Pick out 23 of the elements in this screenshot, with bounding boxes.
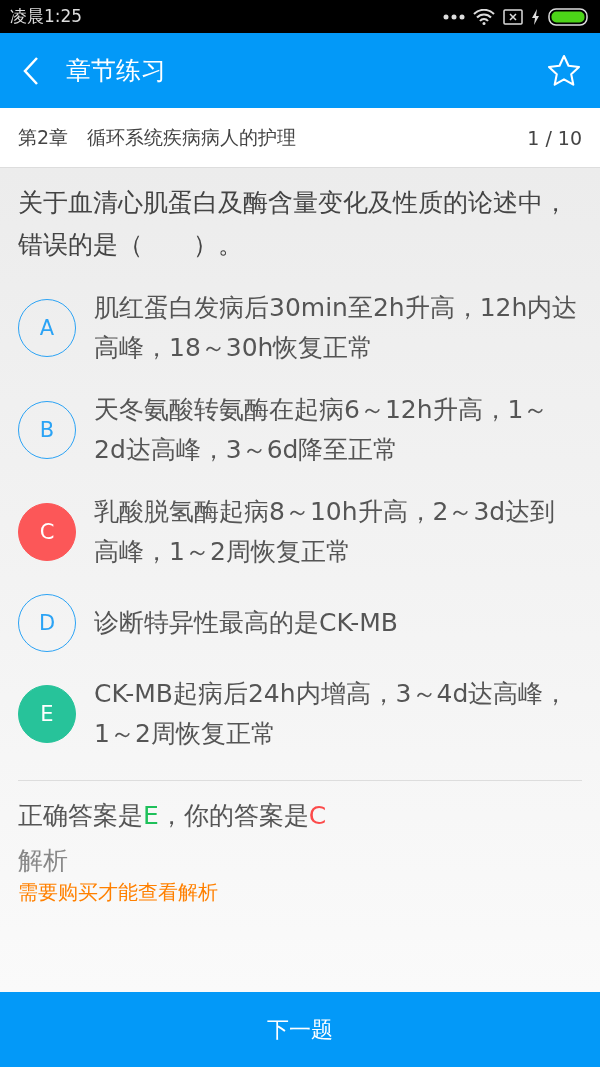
question-text: 关于血清心肌蛋白及酶含量变化及性质的论述中，错误的是（ ）。 — [18, 187, 569, 261]
status-time: 凌晨1:25 — [10, 5, 83, 28]
option-text[interactable]: 诊断特异性最高的是CK-MB — [94, 603, 580, 643]
question-counter: 1 / 10 — [527, 126, 582, 149]
analysis-title: 解析 — [18, 845, 69, 877]
sim-icon — [503, 8, 523, 25]
page-title: 章节练习 — [66, 55, 167, 87]
option-letter[interactable]: E — [18, 685, 76, 743]
charging-icon — [531, 8, 540, 25]
wifi-icon — [473, 8, 495, 25]
chapter-name: 第2章 循环系统疾病病人的护理 — [18, 124, 297, 150]
star-icon[interactable] — [546, 52, 582, 89]
next-question-button[interactable]: 下一题 — [0, 992, 600, 1067]
option-text[interactable]: 乳酸脱氢酶起病8～10h升高，2～3d达到高峰，1～2周恢复正常 — [94, 492, 580, 572]
battery-icon — [548, 7, 590, 26]
option-letter[interactable]: C — [18, 503, 76, 561]
analysis-notice: 需要购买才能查看解析 — [18, 879, 219, 906]
option-text[interactable]: CK-MB起病后24h内增高，3～4d达高峰，1～2周恢复正常 — [94, 674, 580, 754]
more-dots-icon — [443, 13, 465, 20]
answer-result: 正确答案是E，你的答案是C — [18, 800, 328, 832]
option-text[interactable]: 肌红蛋白发病后30min至2h升高，12h内达高峰，18～30h恢复正常 — [94, 288, 580, 368]
back-icon[interactable] — [22, 55, 40, 86]
option-text[interactable]: 天冬氨酸转氨酶在起病6～12h升高，1～2d达高峰，3～6d降至正常 — [94, 390, 580, 470]
